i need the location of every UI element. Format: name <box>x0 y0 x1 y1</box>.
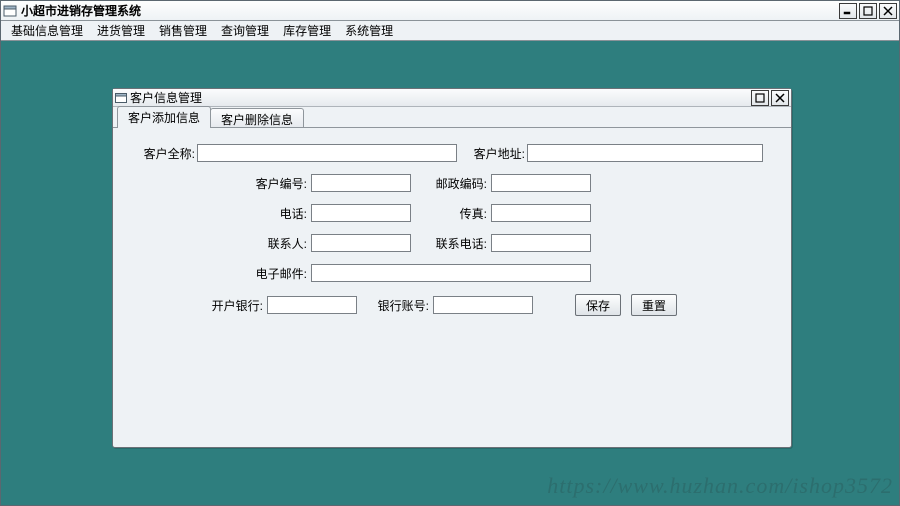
menu-purchase[interactable]: 进货管理 <box>93 21 149 40</box>
app-minimize-button[interactable] <box>839 3 857 19</box>
save-button[interactable]: 保存 <box>575 294 621 316</box>
app-close-button[interactable] <box>879 3 897 19</box>
input-contact[interactable] <box>311 234 411 252</box>
label-customer-no: 客户编号: <box>137 175 307 192</box>
input-fax[interactable] <box>491 204 591 222</box>
input-customer-no[interactable] <box>311 174 411 192</box>
reset-button[interactable]: 重置 <box>631 294 677 316</box>
menu-base-info[interactable]: 基础信息管理 <box>7 21 87 40</box>
app-titlebar: 小超市进销存管理系统 <box>1 1 899 21</box>
menu-inventory[interactable]: 库存管理 <box>279 21 335 40</box>
input-address[interactable] <box>527 144 763 162</box>
input-phone[interactable] <box>311 204 411 222</box>
label-fax: 传真: <box>419 205 487 222</box>
label-phone: 电话: <box>137 205 307 222</box>
inner-maximize-button[interactable] <box>751 90 769 106</box>
label-full-name: 客户全称: <box>137 145 195 162</box>
app-title: 小超市进销存管理系统 <box>21 2 141 19</box>
form-body: 客户全称: 客户地址: 客户编号: 邮政编码: 电话: 传真: <box>113 128 791 447</box>
app-menubar: 基础信息管理 进货管理 销售管理 查询管理 库存管理 系统管理 <box>1 21 899 41</box>
label-bank: 开户银行: <box>137 297 263 314</box>
input-postcode[interactable] <box>491 174 591 192</box>
input-bank[interactable] <box>267 296 357 314</box>
app-maximize-button[interactable] <box>859 3 877 19</box>
mdi-desktop: 客户信息管理 客户添加信息 客户删除信息 客户全称: 客户地址: <box>2 42 898 504</box>
menu-sales[interactable]: 销售管理 <box>155 21 211 40</box>
label-contact: 联系人: <box>137 235 307 252</box>
input-bank-account[interactable] <box>433 296 533 314</box>
app-icon <box>3 4 17 18</box>
tab-customer-delete[interactable]: 客户删除信息 <box>210 108 304 127</box>
label-contact-phone: 联系电话: <box>419 235 487 252</box>
input-full-name[interactable] <box>197 144 457 162</box>
tabstrip: 客户添加信息 客户删除信息 <box>113 107 791 128</box>
tab-customer-add[interactable]: 客户添加信息 <box>117 106 211 127</box>
app-frame: 小超市进销存管理系统 基础信息管理 进货管理 销售管理 查询管理 库存管理 系统… <box>0 0 900 506</box>
inner-close-button[interactable] <box>771 90 789 106</box>
customer-info-window: 客户信息管理 客户添加信息 客户删除信息 客户全称: 客户地址: <box>112 88 792 448</box>
menu-system[interactable]: 系统管理 <box>341 21 397 40</box>
input-contact-phone[interactable] <box>491 234 591 252</box>
inner-window-icon <box>115 92 127 104</box>
inner-window-titlebar: 客户信息管理 <box>113 89 791 107</box>
menu-query[interactable]: 查询管理 <box>217 21 273 40</box>
label-email: 电子邮件: <box>137 265 307 282</box>
inner-window-title: 客户信息管理 <box>130 89 202 106</box>
label-postcode: 邮政编码: <box>419 175 487 192</box>
label-address: 客户地址: <box>463 145 525 162</box>
input-email[interactable] <box>311 264 591 282</box>
label-bank-account: 银行账号: <box>365 297 429 314</box>
